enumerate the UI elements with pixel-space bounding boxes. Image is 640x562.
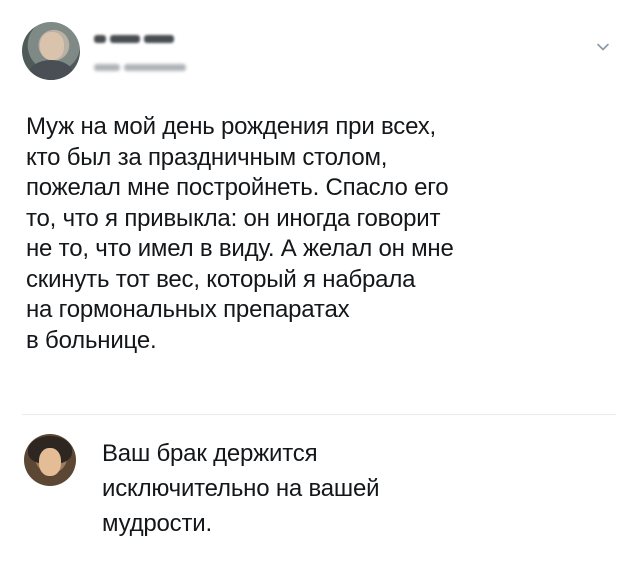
tweet-header — [22, 22, 618, 84]
reply-author-avatar[interactable] — [24, 434, 76, 486]
avatar-shoulder — [28, 60, 74, 80]
avatar-face — [40, 32, 64, 60]
divider — [22, 414, 616, 415]
author-handle-blurred — [94, 58, 194, 72]
avatar-face — [39, 448, 61, 476]
author-avatar[interactable] — [22, 22, 80, 80]
tweet-text: Муж на мой день рождения при всех, кто б… — [26, 113, 454, 354]
author-name-blurred[interactable] — [94, 30, 184, 46]
reply-text: Ваш брак держится исключительно на вашей… — [102, 440, 380, 537]
chevron-down-icon[interactable] — [594, 38, 612, 56]
